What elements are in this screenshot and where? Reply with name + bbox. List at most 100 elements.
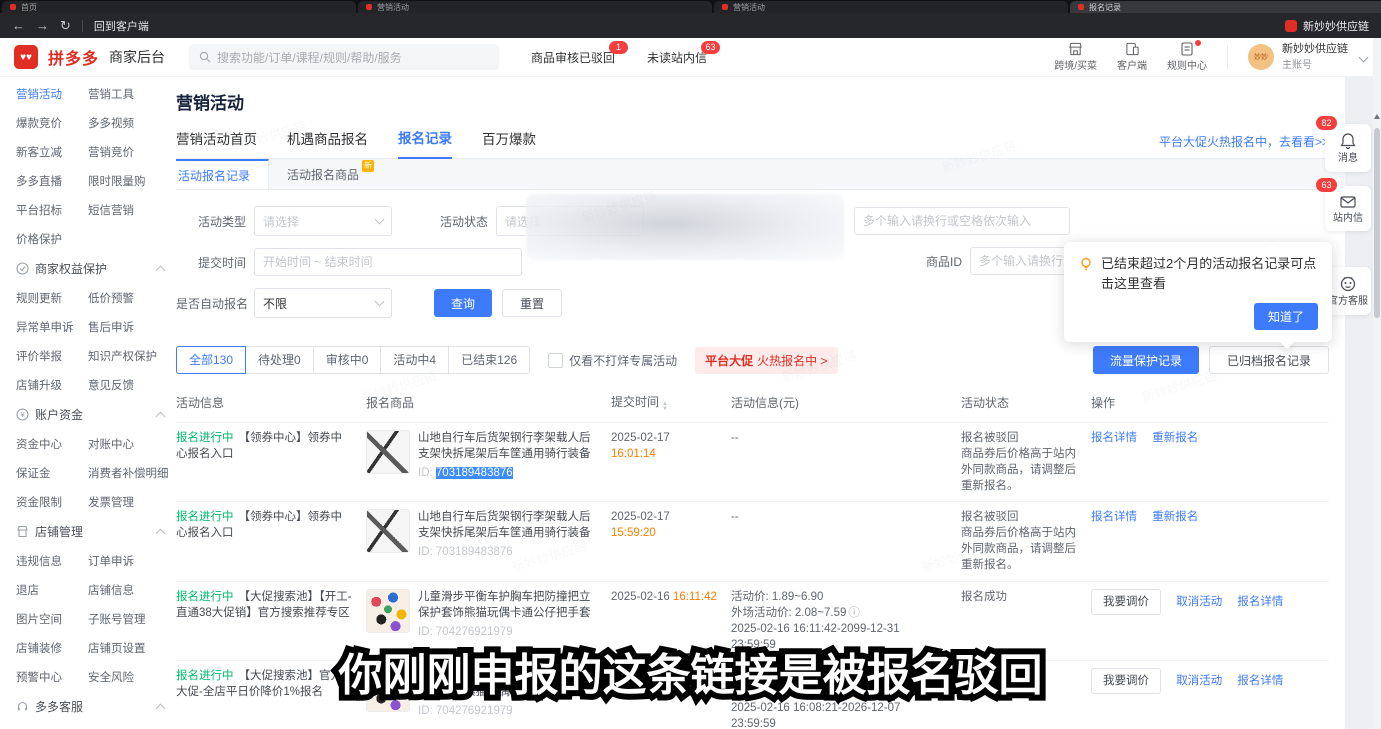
info-icon[interactable]: ⓘ (848, 686, 860, 698)
sidebar-item[interactable]: 订单申诉 (88, 553, 176, 569)
global-search-input[interactable]: 搜索功能/订单/课程/规则/帮助/服务 (189, 44, 499, 70)
collapse-caret-icon (156, 411, 166, 421)
sidebar-item[interactable]: 知识产权保护 (88, 348, 176, 364)
sidebar-item[interactable]: 店铺升级 (16, 377, 84, 393)
tab-opportunity-goods[interactable]: 机遇商品报名 (287, 124, 368, 158)
platform-sale-pill[interactable]: 平台大促火热报名中 > (695, 347, 837, 374)
client-app-nav[interactable]: 客户端 (1117, 42, 1147, 72)
sidebar-section-rights[interactable]: 商家权益保护 (16, 260, 176, 277)
archived-records-button[interactable]: 已归档报名记录 (1209, 346, 1329, 374)
query-button[interactable]: 查询 (434, 289, 492, 317)
sidebar-item[interactable]: 异常单申诉 (16, 319, 84, 335)
activity-id-input[interactable] (854, 207, 1070, 235)
messages-rail-button[interactable]: 82 消息 (1325, 124, 1371, 172)
sidebar-item[interactable]: 退店 (16, 582, 84, 598)
signup-detail-link[interactable]: 报名详情 (1091, 432, 1137, 444)
sidebar-item[interactable]: 对账中心 (88, 436, 176, 452)
sidebar-item[interactable]: 规则更新 (16, 290, 84, 306)
tab-marketing-home[interactable]: 营销活动首页 (176, 124, 257, 158)
info-icon[interactable]: ⓘ (848, 607, 860, 619)
sidebar-item[interactable]: 短信营销 (88, 202, 176, 218)
sidebar-item[interactable]: 评价举报 (16, 348, 84, 364)
scroll-up-arrow[interactable] (1374, 114, 1380, 119)
activity-type-select[interactable]: 请选择 (254, 206, 392, 236)
cancel-activity-link[interactable]: 取消活动 (1176, 675, 1222, 687)
reload-icon[interactable]: ↻ (60, 18, 71, 34)
sidebar-item[interactable]: 店铺信息 (88, 582, 176, 598)
page-scrollbar[interactable] (1373, 38, 1381, 729)
auto-signup-select[interactable]: 不限 (254, 288, 392, 318)
sidebar-item-marketing-activity[interactable]: 营销活动 (16, 86, 84, 102)
rule-center-nav[interactable]: 规则中心 (1167, 42, 1207, 72)
reset-button[interactable]: 重置 (502, 289, 562, 317)
sidebar-item[interactable]: 安全风险 (88, 669, 176, 685)
col-submit-time[interactable]: 提交时间▲▼ (611, 393, 731, 413)
goods-audit-rejected-link[interactable]: 商品审核已驳回 1 (531, 49, 615, 66)
tab-million-hits[interactable]: 百万爆款 (482, 124, 536, 158)
browser-tab[interactable]: 首页 (2, 1, 356, 13)
browser-tab[interactable]: 营销活动 (358, 1, 712, 13)
re-signup-link[interactable]: 重新报名 (1152, 432, 1198, 444)
adjust-price-button[interactable]: 我要调价 (1091, 589, 1161, 615)
sidebar-item[interactable]: 资金中心 (16, 436, 84, 452)
subtab-activity-goods[interactable]: 活动报名商品 新 (269, 159, 377, 189)
signup-detail-link[interactable]: 报名详情 (1237, 596, 1283, 608)
sidebar-item[interactable]: 保证金 (16, 465, 84, 481)
col-activity-info: 活动信息 (176, 394, 366, 411)
sidebar-item[interactable]: 资金限制 (16, 494, 84, 510)
sidebar-item[interactable]: 发票管理 (88, 494, 176, 510)
sidebar-item[interactable]: 低价预警 (88, 290, 176, 306)
cancel-activity-link[interactable]: 取消活动 (1176, 596, 1222, 608)
browser-tab[interactable]: 营销活动 (714, 1, 1068, 13)
sidebar-item[interactable]: 价格保护 (16, 231, 84, 247)
back-icon[interactable]: ← (12, 18, 25, 33)
pinduoduo-logo-icon[interactable]: ♥♥ (14, 45, 38, 69)
sidebar-item[interactable]: 消费者补偿明细 (88, 465, 176, 481)
sidebar-item[interactable]: 售后申诉 (88, 319, 176, 335)
return-to-client-link[interactable]: 回到客户端 (94, 18, 149, 34)
account-menu[interactable]: 妙妙 新妙妙供应链 主账号 (1248, 43, 1367, 72)
sidebar-item[interactable]: 平台招标 (16, 202, 84, 218)
sidebar-item[interactable]: 新客立减 (16, 144, 84, 160)
traffic-protection-button[interactable]: 流量保护记录 (1093, 346, 1199, 374)
sidebar-item[interactable]: 预警中心 (16, 669, 84, 685)
status-tab-active[interactable]: 活动中4 (381, 346, 449, 374)
status-tab-pending[interactable]: 待处理0 (246, 346, 314, 374)
re-signup-link[interactable]: 重新报名 (1152, 511, 1198, 523)
subtab-activity-records[interactable]: 活动报名记录 (160, 159, 269, 189)
sidebar-item[interactable]: 图片空间 (16, 611, 84, 627)
sidebar-item[interactable]: 意见反馈 (88, 377, 176, 393)
sidebar-item[interactable]: 多多直播 (16, 173, 84, 189)
device-icon (1125, 42, 1140, 56)
exclusive-activity-checkbox[interactable]: 仅看不打烊专属活动 (548, 352, 677, 369)
crossborder-nav[interactable]: 跨境/买菜 (1054, 42, 1097, 72)
status-tab-reviewing[interactable]: 审核中0 (314, 346, 382, 374)
sidebar-item[interactable]: 爆款竞价 (16, 115, 84, 131)
promo-signup-link[interactable]: 平台大促火热报名中，去看看>> (1159, 133, 1329, 150)
sidebar-item[interactable]: 多多视频 (88, 115, 176, 131)
submit-time-range-input[interactable] (254, 248, 522, 276)
status-tab-ended[interactable]: 已结束126 (449, 346, 530, 374)
unread-messages-link[interactable]: 未读站内信 63 (647, 49, 707, 66)
forward-icon[interactable]: → (36, 18, 49, 33)
site-mail-rail-button[interactable]: 63 站内信 (1325, 186, 1371, 232)
sidebar-item[interactable]: 营销工具 (88, 86, 176, 102)
sidebar-item[interactable]: 店铺页设置 (88, 640, 176, 656)
sidebar-item[interactable]: 店铺装修 (16, 640, 84, 656)
sidebar-item[interactable]: 营销竞价 (88, 144, 176, 160)
browser-profile[interactable]: 新妙妙供应链 (1285, 18, 1369, 34)
browser-tab-active[interactable]: 报名记录 (1070, 1, 1381, 13)
sidebar-section-service[interactable]: 多多客服 (16, 698, 176, 715)
status-tab-all[interactable]: 全部130 (176, 346, 246, 374)
signup-detail-link[interactable]: 报名详情 (1237, 675, 1283, 687)
got-it-button[interactable]: 知道了 (1254, 303, 1318, 330)
sidebar-item[interactable]: 限时限量购 (88, 173, 176, 189)
adjust-price-button[interactable]: 我要调价 (1091, 668, 1161, 694)
sidebar-item[interactable]: 违规信息 (16, 553, 84, 569)
tab-signup-records[interactable]: 报名记录 (398, 123, 452, 159)
scrollbar-thumb[interactable] (1374, 128, 1380, 318)
signup-detail-link[interactable]: 报名详情 (1091, 511, 1137, 523)
sidebar-section-shop[interactable]: 店铺管理 (16, 523, 176, 540)
sidebar-item[interactable]: 子账号管理 (88, 611, 176, 627)
sidebar-section-funds[interactable]: ¥ 账户资金 (16, 406, 176, 423)
